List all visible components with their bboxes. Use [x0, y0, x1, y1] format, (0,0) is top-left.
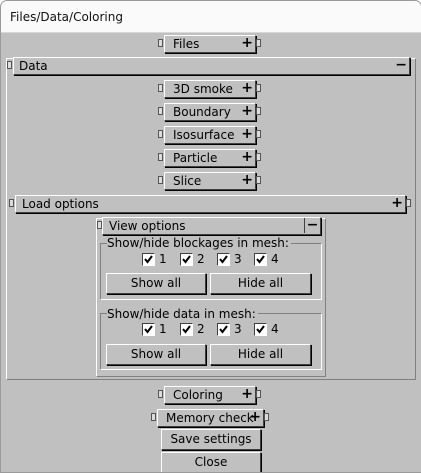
expand-icon: +: [241, 103, 253, 119]
files-rollout-button[interactable]: Files +: [164, 35, 256, 53]
blockage-mesh-3-label: 3: [234, 252, 242, 266]
data-show-all-button[interactable]: Show all: [106, 344, 206, 365]
rollout-handle-left: [158, 130, 163, 138]
blockage-mesh-1-label: 1: [159, 252, 167, 266]
check-icon: [219, 325, 228, 334]
dialog-body: Files + Data − 3D smoke + Boundary + Iso…: [1, 33, 421, 472]
check-icon: [256, 255, 265, 264]
data-mesh-3-label: 3: [234, 322, 242, 336]
data-mesh-3-checkbox[interactable]: [217, 323, 230, 336]
check-icon: [182, 255, 191, 264]
blockage-mesh-3-checkbox[interactable]: [217, 253, 230, 266]
rollout-handle-left: [158, 176, 163, 184]
rollout-handle-left: [9, 199, 14, 207]
data-mesh-2-label: 2: [197, 322, 205, 336]
smoke3d-rollout-label: 3D smoke: [173, 82, 233, 96]
window-title: Files/Data/Coloring: [10, 10, 123, 24]
slice-rollout-label: Slice: [173, 174, 202, 188]
check-icon: [182, 325, 191, 334]
rollout-handle-right: [256, 107, 261, 115]
check-icon: [256, 325, 265, 334]
save-settings-button[interactable]: Save settings: [161, 429, 261, 450]
expand-icon: +: [391, 195, 403, 211]
rollout-handle-left: [7, 61, 12, 69]
blockage-mesh-1-checkbox[interactable]: [142, 253, 155, 266]
data-mesh-1-checkbox[interactable]: [142, 323, 155, 336]
boundary-rollout-button[interactable]: Boundary +: [164, 103, 256, 121]
expand-icon: +: [241, 386, 253, 402]
isosurface-rollout-button[interactable]: Isosurface +: [164, 126, 256, 144]
boundary-rollout-label: Boundary: [173, 105, 231, 119]
rollout-handle-right: [406, 199, 411, 207]
check-icon: [144, 325, 153, 334]
close-button[interactable]: Close: [161, 452, 261, 472]
expand-icon: +: [249, 409, 261, 425]
rollout-handle-right: [256, 153, 261, 161]
rollout-handle-left: [158, 39, 163, 47]
memory-check-rollout-button[interactable]: Memory check +: [157, 409, 264, 427]
data-mesh-group-label: Show/hide data in mesh:: [107, 307, 258, 321]
blockages-show-all-button[interactable]: Show all: [106, 273, 206, 294]
data-mesh-2-checkbox[interactable]: [180, 323, 193, 336]
data-mesh-1-label: 1: [159, 322, 167, 336]
particle-rollout-button[interactable]: Particle +: [164, 149, 256, 167]
blockage-mesh-4-label: 4: [271, 252, 279, 266]
rollout-handle-left: [158, 390, 163, 398]
smoke3d-rollout-button[interactable]: 3D smoke +: [164, 80, 256, 98]
rollout-handle-left: [158, 153, 163, 161]
expand-icon: +: [241, 172, 253, 188]
rollout-handle-right: [256, 39, 261, 47]
isosurface-rollout-label: Isosurface: [173, 128, 235, 142]
expand-icon: +: [241, 126, 253, 142]
rollout-handle-right: [256, 176, 261, 184]
load-options-label: Load options: [22, 197, 99, 211]
blockage-mesh-2-checkbox[interactable]: [180, 253, 193, 266]
rollout-handle-left: [158, 107, 163, 115]
blockages-hide-all-button[interactable]: Hide all: [210, 273, 311, 294]
memory-check-label: Memory check: [166, 411, 254, 425]
data-rollout-button[interactable]: Data −: [13, 57, 410, 75]
view-options-rollout-button[interactable]: View options −: [102, 217, 321, 235]
particle-rollout-label: Particle: [173, 151, 218, 165]
blockage-mesh-4-checkbox[interactable]: [254, 253, 267, 266]
expand-icon: +: [241, 80, 253, 96]
load-options-rollout-button[interactable]: Load options +: [15, 195, 406, 213]
data-hide-all-button[interactable]: Hide all: [210, 344, 311, 365]
slice-rollout-button[interactable]: Slice +: [164, 172, 256, 190]
rollout-handle-left: [151, 413, 156, 421]
rollout-handle-right: [256, 84, 261, 92]
data-mesh-4-label: 4: [271, 322, 279, 336]
collapse-icon: −: [304, 218, 320, 233]
expand-icon: +: [241, 149, 253, 165]
rollout-handle-right: [256, 130, 261, 138]
view-options-label: View options: [109, 219, 186, 233]
coloring-rollout-label: Coloring: [173, 388, 223, 402]
files-data-coloring-window: Files/Data/Coloring Files + Data − 3D sm…: [0, 0, 421, 473]
blockage-mesh-2-label: 2: [197, 252, 205, 266]
blockages-group-label: Show/hide blockages in mesh:: [107, 236, 291, 250]
check-icon: [219, 255, 228, 264]
data-rollout-label: Data: [19, 59, 48, 73]
files-rollout-label: Files: [173, 37, 200, 51]
expand-icon: +: [241, 35, 253, 51]
rollout-handle-right: [256, 390, 261, 398]
data-mesh-4-checkbox[interactable]: [254, 323, 267, 336]
title-bar[interactable]: Files/Data/Coloring: [1, 1, 421, 33]
check-icon: [144, 255, 153, 264]
collapse-icon: −: [395, 57, 407, 73]
rollout-handle-right: [264, 413, 269, 421]
coloring-rollout-button[interactable]: Coloring +: [164, 386, 256, 404]
rollout-handle-left: [158, 84, 163, 92]
